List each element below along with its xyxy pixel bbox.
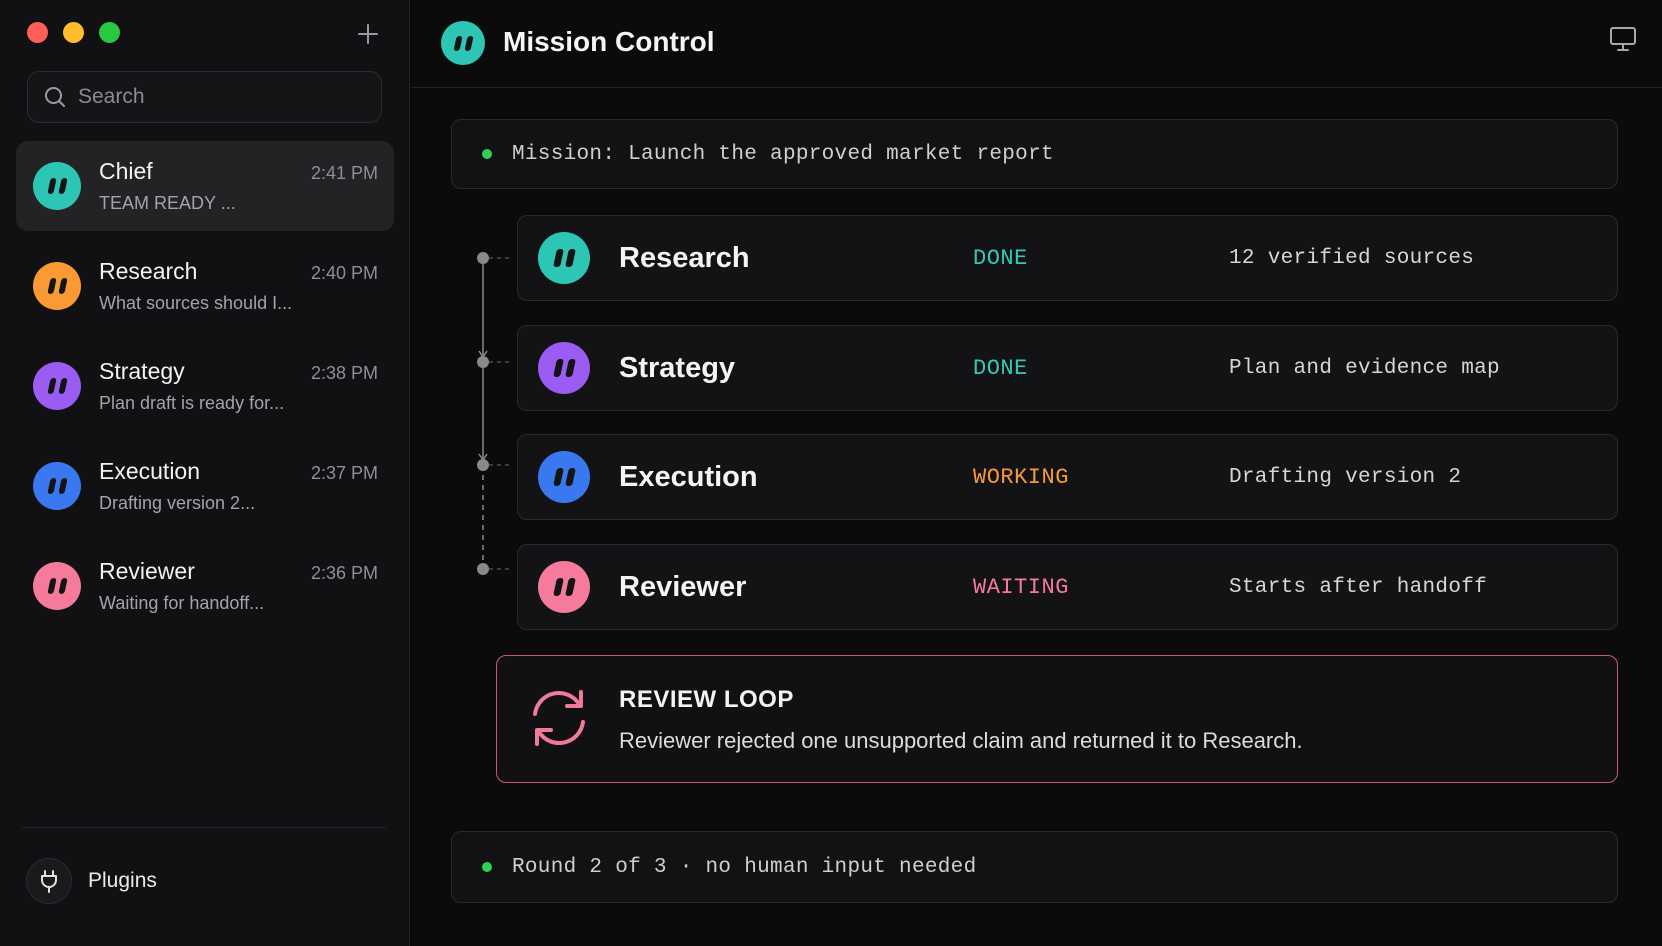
- chat-item-strategy[interactable]: Strategy 2:38 PM Plan draft is ready for…: [16, 341, 394, 431]
- reviewer-avatar: [33, 562, 81, 610]
- review-loop-title: REVIEW LOOP: [619, 686, 794, 713]
- agent-status: DONE: [973, 246, 1028, 271]
- agent-timeline: Research DONE 12 verified sources Strate…: [451, 215, 1618, 635]
- chat-time: 2:41 PM: [310, 163, 378, 183]
- chat-preview: Plan draft is ready for...: [99, 393, 285, 413]
- agent-name: Strategy: [619, 352, 736, 384]
- refresh-loop-icon: [533, 690, 585, 746]
- chat-name: Strategy: [99, 358, 185, 384]
- sidebar: Chief 2:41 PM TEAM READY ... Research 2:…: [0, 0, 410, 946]
- round-status-banner: Round 2 of 3 · no human input needed: [451, 831, 1618, 903]
- chat-preview: Waiting for handoff...: [99, 593, 265, 613]
- strategy-avatar: [538, 342, 590, 394]
- chat-time: 2:38 PM: [310, 363, 378, 383]
- status-dot: [482, 862, 492, 872]
- plugins-button[interactable]: Plugins: [26, 858, 157, 904]
- agent-card-strategy[interactable]: Strategy DONE Plan and evidence map: [517, 325, 1618, 411]
- chat-item-research[interactable]: Research 2:40 PM What sources should I..…: [16, 241, 394, 331]
- status-dot: [482, 149, 492, 159]
- execution-avatar: [538, 451, 590, 503]
- timeline-connector: [477, 252, 513, 575]
- chat-item-reviewer[interactable]: Reviewer 2:36 PM Waiting for handoff...: [16, 541, 394, 631]
- chat-list: Chief 2:41 PM TEAM READY ... Research 2:…: [16, 141, 394, 641]
- mission-text: Mission: Launch the approved market repo…: [512, 142, 1054, 166]
- chat-preview: TEAM READY ...: [99, 193, 236, 213]
- chief-avatar: [33, 162, 81, 210]
- agent-detail: Plan and evidence map: [1229, 357, 1500, 380]
- display-button[interactable]: [1609, 26, 1637, 57]
- sidebar-divider: [22, 827, 386, 828]
- chat-name: Execution: [99, 458, 201, 484]
- app-window: Chief 2:41 PM TEAM READY ... Research 2:…: [0, 0, 1662, 946]
- agent-name: Execution: [619, 461, 758, 493]
- agent-status: WAITING: [973, 575, 1069, 600]
- agent-card-reviewer[interactable]: Reviewer WAITING Starts after handoff: [517, 544, 1618, 630]
- mission-banner: Mission: Launch the approved market repo…: [451, 119, 1618, 189]
- agent-status: DONE: [973, 356, 1028, 381]
- search-icon: [45, 87, 65, 107]
- chat-preview: What sources should I...: [99, 293, 293, 313]
- research-avatar: [538, 232, 590, 284]
- reviewer-avatar: [538, 561, 590, 613]
- plug-icon: [41, 870, 57, 893]
- strategy-avatar: [33, 362, 81, 410]
- chat-item-chief[interactable]: Chief 2:41 PM TEAM READY ...: [16, 141, 394, 231]
- chat-name: Chief: [99, 158, 153, 184]
- mission-control-avatar: [441, 21, 485, 65]
- search-box[interactable]: [27, 71, 382, 123]
- minimize-window-button[interactable]: [63, 22, 84, 43]
- close-window-button[interactable]: [27, 22, 48, 43]
- agent-card-research[interactable]: Research DONE 12 verified sources: [517, 215, 1618, 301]
- display-icon: [1610, 27, 1636, 51]
- agent-detail: Drafting version 2: [1229, 466, 1462, 489]
- maximize-window-button[interactable]: [99, 22, 120, 43]
- chat-time: 2:37 PM: [310, 463, 378, 483]
- chat-item-execution[interactable]: Execution 2:37 PM Drafting version 2...: [16, 441, 394, 531]
- research-avatar: [33, 262, 81, 310]
- search-input[interactable]: [78, 85, 358, 109]
- agent-detail: Starts after handoff: [1229, 576, 1488, 599]
- chat-time: 2:36 PM: [310, 563, 378, 583]
- chat-name: Research: [99, 258, 198, 284]
- agent-detail: 12 verified sources: [1229, 247, 1475, 270]
- plug-icon-wrap: [26, 858, 72, 904]
- agent-status: WORKING: [973, 465, 1069, 490]
- header: Mission Control: [411, 0, 1662, 88]
- review-loop-panel: REVIEW LOOP Reviewer rejected one unsupp…: [496, 655, 1618, 783]
- execution-avatar: [33, 462, 81, 510]
- window-controls: [27, 22, 120, 43]
- review-loop-text: Reviewer rejected one unsupported claim …: [619, 728, 1303, 753]
- agent-name: Reviewer: [619, 571, 747, 603]
- plus-icon: [358, 24, 378, 44]
- chat-preview: Drafting version 2...: [99, 493, 256, 513]
- chat-time: 2:40 PM: [310, 263, 378, 283]
- agent-card-execution[interactable]: Execution WORKING Drafting version 2: [517, 434, 1618, 520]
- round-status-text: Round 2 of 3 · no human input needed: [512, 855, 977, 879]
- agent-name: Research: [619, 242, 750, 274]
- page-title: Mission Control: [503, 26, 715, 57]
- new-chat-button[interactable]: [352, 18, 384, 50]
- chat-name: Reviewer: [99, 558, 195, 584]
- main-panel: Mission Control Mission: Launch the appr…: [411, 0, 1662, 946]
- plugins-label: Plugins: [88, 869, 157, 892]
